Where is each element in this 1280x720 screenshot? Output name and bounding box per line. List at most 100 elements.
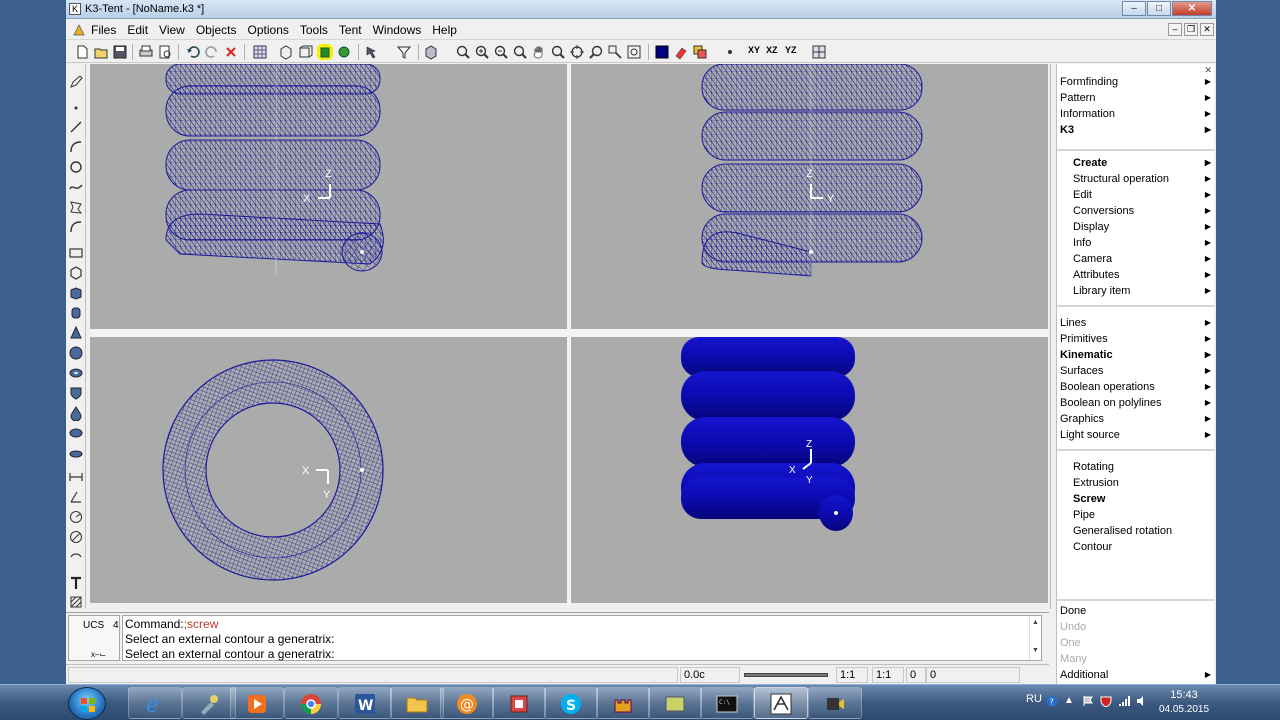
shield-tool-icon[interactable] — [68, 385, 84, 401]
torus-tool-icon[interactable] — [68, 365, 84, 381]
filter-icon[interactable] — [396, 44, 412, 60]
menu-rotating[interactable]: Rotating — [1057, 459, 1215, 475]
mdi-minimize-button[interactable]: – — [1168, 23, 1182, 36]
box-wire-icon[interactable] — [297, 44, 313, 60]
clock-time[interactable]: 15:43 — [1159, 689, 1209, 701]
curve-tool-icon[interactable] — [68, 219, 84, 235]
box-tool-icon[interactable] — [68, 285, 84, 301]
viewport-side[interactable]: Y Z — [571, 64, 1048, 329]
menu-light-source[interactable]: Light source ▶ — [1057, 427, 1215, 443]
menu-boolean-operations[interactable]: Boolean operations ▶ — [1057, 379, 1215, 395]
menu-kinematic[interactable]: Kinematic ▶ — [1057, 347, 1215, 363]
volume-tray-icon[interactable] — [1136, 695, 1148, 707]
render-icon[interactable] — [336, 44, 352, 60]
taskbar-game[interactable] — [596, 687, 650, 719]
open-file-icon[interactable] — [93, 44, 109, 60]
angle-tool-icon[interactable] — [68, 489, 84, 505]
taskbar-explorer[interactable] — [390, 687, 444, 719]
redo-icon[interactable] — [204, 44, 220, 60]
paint-icon[interactable] — [673, 44, 689, 60]
taskbar-media[interactable] — [230, 687, 284, 719]
view-xz-button[interactable]: XZ — [766, 45, 778, 55]
menu-boolean-on-polylines[interactable]: Boolean on polylines ▶ — [1057, 395, 1215, 411]
flag-tray-icon[interactable] — [1082, 695, 1094, 707]
menu-structural-operation[interactable]: Structural operation ▶ — [1057, 171, 1215, 187]
menu-extrusion[interactable]: Extrusion — [1057, 475, 1215, 491]
circle-tool-icon[interactable] — [68, 159, 84, 175]
menu-done[interactable]: Done — [1057, 603, 1215, 619]
command-log[interactable]: Command:;screw Select an external contou… — [122, 615, 1042, 661]
menu-conversions[interactable]: Conversions ▶ — [1057, 203, 1215, 219]
menu-contour[interactable]: Contour — [1057, 539, 1215, 555]
menu-lines[interactable]: Lines ▶ — [1057, 315, 1215, 331]
help-tray-icon[interactable]: ? — [1046, 695, 1058, 707]
taskbar-recorder[interactable] — [808, 687, 862, 719]
menu-windows[interactable]: Windows — [373, 23, 428, 37]
show-hidden-icons[interactable]: ▲ — [1064, 695, 1076, 707]
zoom-in-icon[interactable] — [474, 44, 490, 60]
network-tray-icon[interactable] — [1118, 695, 1130, 707]
menu-library-item[interactable]: Library item ▶ — [1057, 283, 1215, 299]
maximize-button[interactable]: □ — [1147, 1, 1171, 16]
menu-tent[interactable]: Tent — [339, 23, 368, 37]
rotate-view-icon[interactable] — [569, 44, 585, 60]
shaded-box-icon[interactable] — [317, 44, 333, 60]
taskbar-tool[interactable] — [182, 687, 236, 719]
point-icon[interactable] — [722, 44, 738, 60]
new-file-icon[interactable] — [74, 44, 90, 60]
taskbar-ie[interactable]: e — [128, 687, 182, 719]
pan-hand-icon[interactable] — [531, 44, 547, 60]
taskbar-word[interactable]: W — [338, 687, 392, 719]
taskbar-k3-tent[interactable] — [754, 687, 808, 719]
drop-tool-icon[interactable] — [68, 405, 84, 421]
taskbar-notes[interactable] — [648, 687, 702, 719]
menu-primitives[interactable]: Primitives ▶ — [1057, 331, 1215, 347]
box-view-icon[interactable] — [278, 44, 294, 60]
hexagon-tool-icon[interactable] — [68, 265, 84, 281]
mdi-restore-button[interactable]: ❐ — [1184, 23, 1198, 36]
leader-tool-icon[interactable] — [68, 549, 84, 565]
taskbar-skype[interactable]: S — [544, 687, 598, 719]
arc-tool-icon[interactable] — [68, 139, 84, 155]
taskbar-mail[interactable]: @ — [440, 687, 494, 719]
menu-surfaces[interactable]: Surfaces ▶ — [1057, 363, 1215, 379]
menu-camera[interactable]: Camera ▶ — [1057, 251, 1215, 267]
menu-edit-sub[interactable]: Edit ▶ — [1057, 187, 1215, 203]
zoom-slider[interactable] — [744, 670, 828, 680]
minimize-button[interactable]: – — [1122, 1, 1146, 16]
menu-pattern[interactable]: Pattern ▶ — [1057, 90, 1215, 106]
polyline-tool-icon[interactable] — [68, 199, 84, 215]
zoom-out-icon[interactable] — [493, 44, 509, 60]
select-tool-icon[interactable] — [364, 44, 380, 60]
pen-icon[interactable] — [68, 74, 84, 90]
menu-tools[interactable]: Tools — [300, 23, 334, 37]
view-xy-button[interactable]: XY — [748, 45, 760, 55]
menu-attributes[interactable]: Attributes ▶ — [1057, 267, 1215, 283]
delete-icon[interactable] — [223, 44, 239, 60]
menu-graphics[interactable]: Graphics ▶ — [1057, 411, 1215, 427]
menu-info[interactable]: Info ▶ — [1057, 235, 1215, 251]
zoom-previous-icon[interactable] — [588, 44, 604, 60]
close-button[interactable]: ✕ — [1172, 1, 1212, 16]
menu-view[interactable]: View — [159, 23, 191, 37]
menu-additional[interactable]: Additional ▶ — [1057, 667, 1215, 683]
menu-display[interactable]: Display ▶ — [1057, 219, 1215, 235]
sphere-tool-icon[interactable] — [68, 345, 84, 361]
zoom-extents-icon[interactable] — [550, 44, 566, 60]
save-icon[interactable] — [112, 44, 128, 60]
taskbar-archive[interactable] — [492, 687, 546, 719]
layers-icon[interactable] — [692, 44, 708, 60]
language-indicator[interactable]: RU — [1026, 693, 1042, 705]
menu-k3[interactable]: K3 ▶ — [1057, 122, 1215, 138]
hatch-tool-icon[interactable] — [68, 594, 84, 610]
menu-help[interactable]: Help — [432, 23, 463, 37]
line-tool-icon[interactable] — [68, 119, 84, 135]
viewport-layout-icon[interactable] — [811, 44, 827, 60]
menu-edit[interactable]: Edit — [127, 23, 154, 37]
menu-objects[interactable]: Objects — [196, 23, 243, 37]
view-yz-button[interactable]: YZ — [785, 45, 797, 55]
disc-tool-icon[interactable] — [68, 445, 84, 461]
spline-tool-icon[interactable] — [68, 179, 84, 195]
viewport-top[interactable]: X Y — [90, 337, 567, 603]
zoom-box-icon[interactable] — [626, 44, 642, 60]
